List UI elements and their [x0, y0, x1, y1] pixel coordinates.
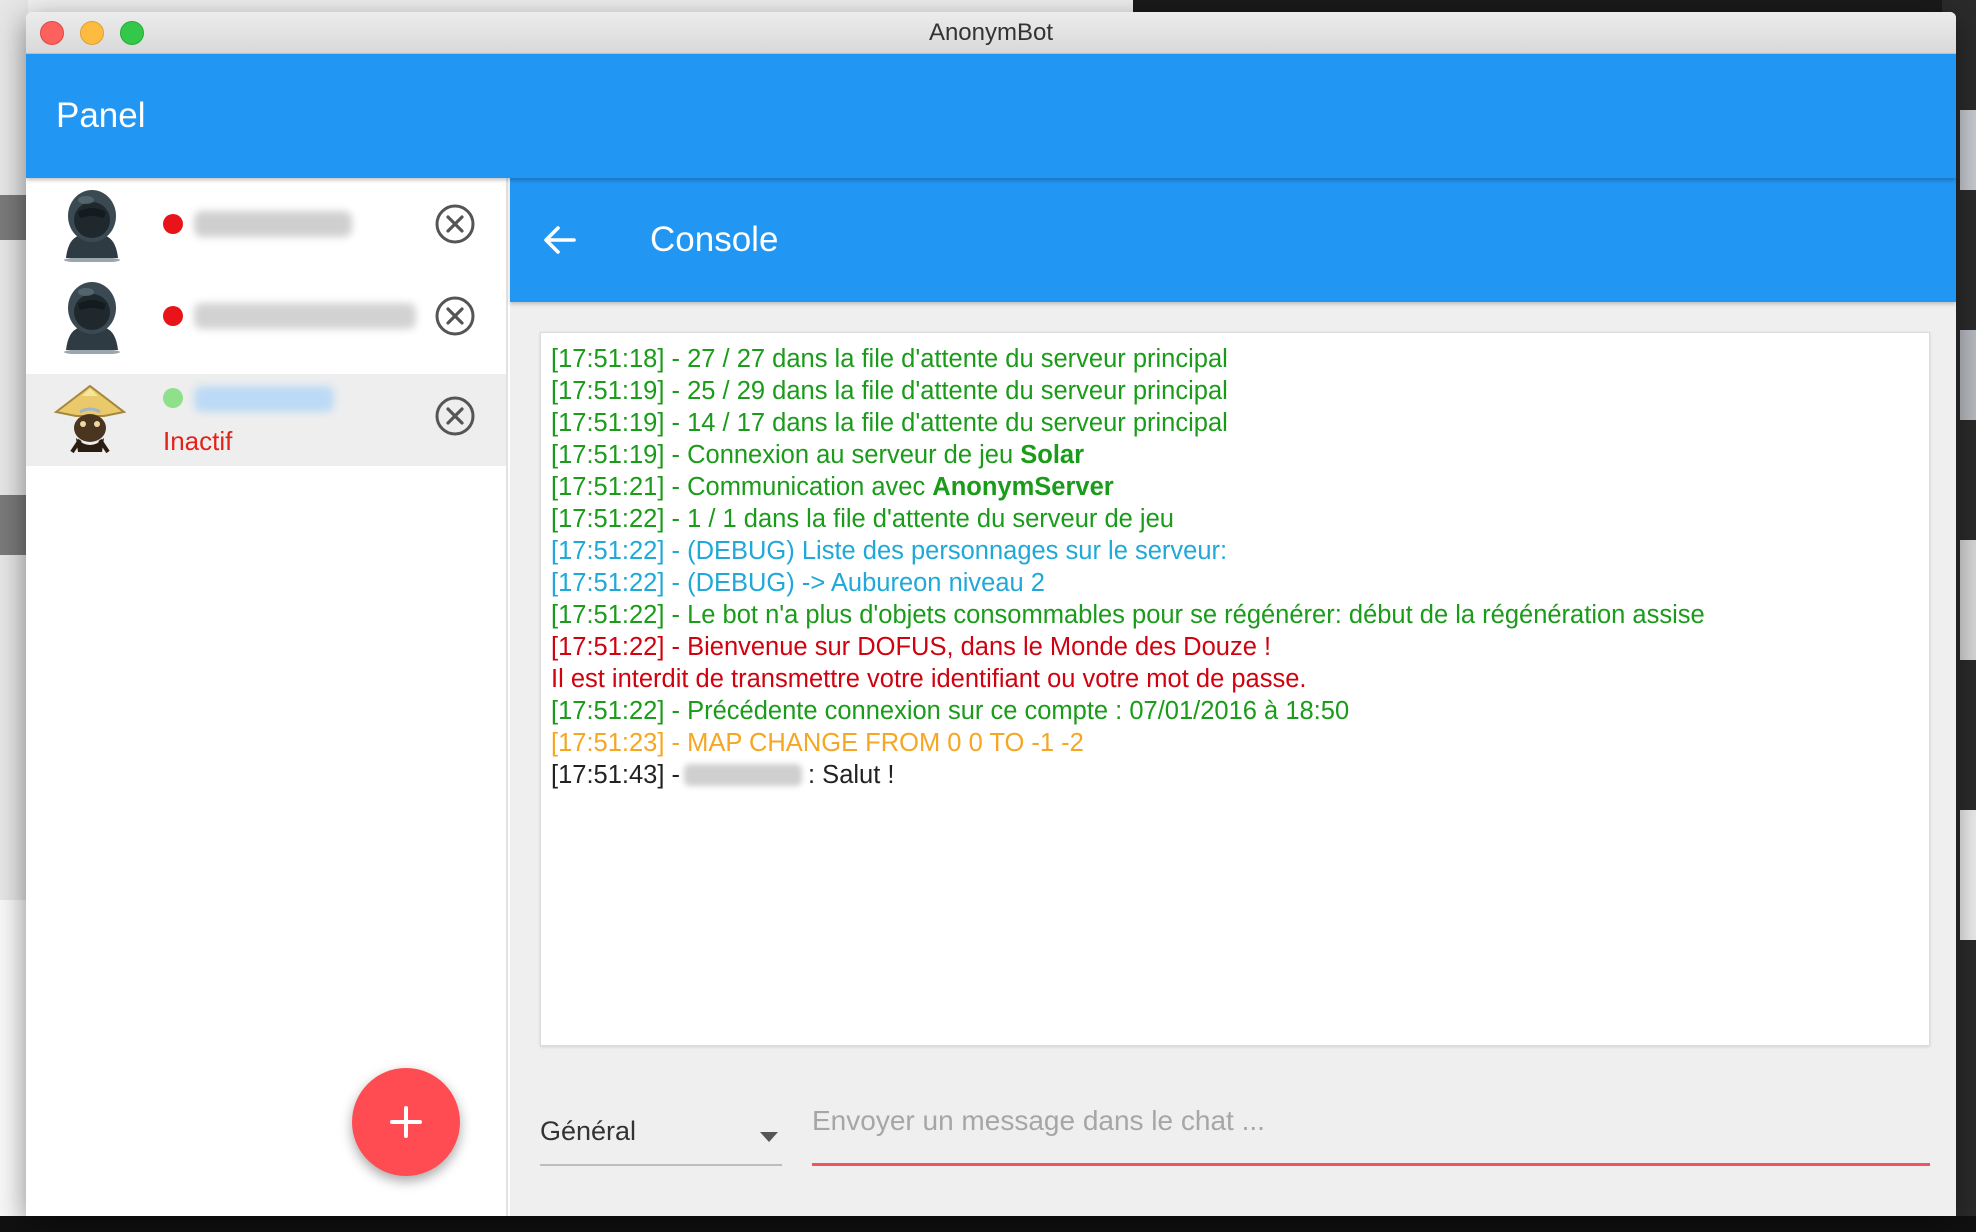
window-title: AnonymBot [928, 19, 1054, 46]
status-dot-offline [163, 306, 183, 326]
account-item[interactable] [26, 178, 506, 270]
console-log-line: [17:51:43] -: Salut ! [551, 761, 895, 789]
console-log[interactable]: [17:51:18] - 27 / 27 dans la file d'atte… [540, 332, 1930, 1046]
status-dot-offline [163, 214, 183, 234]
dark-mask-avatar-icon [64, 282, 120, 354]
console-log-line: [17:51:22] - (DEBUG) -> Aubureon niveau … [551, 569, 1045, 597]
console-log-line: [17:51:22] - (DEBUG) Liste des personnag… [551, 537, 1228, 565]
desktop-background-bottom [0, 1216, 1976, 1232]
channel-selected-value: Général [540, 1116, 637, 1146]
chevron-down-icon [760, 1132, 778, 1142]
console-header: Console [510, 178, 1956, 302]
console-log-line: [17:51:18] - 27 / 27 dans la file d'atte… [551, 345, 1228, 373]
app-window: AnonymBot Panel Inactif Console [17:51:1… [26, 12, 1956, 1216]
redacted-player-name [684, 764, 803, 786]
console-log-line: [17:51:23] - MAP CHANGE FROM 0 0 TO -1 -… [551, 729, 1084, 757]
character-avatar-icon [53, 384, 127, 454]
console-log-line: [17:51:19] - 25 / 29 dans la file d'atte… [551, 377, 1228, 405]
account-status-label: Inactif [163, 426, 233, 456]
console-log-line: [17:51:21] - Communication avec AnonymSe… [551, 473, 1114, 501]
remove-account-icon[interactable] [434, 395, 476, 437]
chat-message-input[interactable] [812, 1092, 1930, 1166]
account-sidebar: Inactif [26, 178, 508, 1216]
app-bar: Panel [26, 54, 1956, 178]
console-log-line: [17:51:19] - 14 / 17 dans la file d'atte… [551, 409, 1228, 437]
dark-mask-avatar-icon [64, 190, 120, 262]
console-log-line: [17:51:22] - Bienvenue sur DOFUS, dans l… [551, 633, 1272, 661]
desktop-background-left [0, 0, 28, 1232]
console-log-line: [17:51:19] - Connexion au serveur de jeu… [551, 441, 1085, 469]
console-log-line: [17:51:22] - Le bot n'a plus d'objets co… [551, 601, 1705, 629]
console-log-line: [17:51:22] - 1 / 1 dans la file d'attent… [551, 505, 1174, 533]
account-item-selected[interactable]: Inactif [26, 374, 506, 466]
console-log-line: [17:51:22] - Précédente connexion sur ce… [551, 697, 1350, 725]
account-name-redacted [194, 211, 352, 237]
console-title: Console [650, 220, 779, 259]
add-account-button[interactable] [352, 1068, 460, 1176]
account-name-redacted [194, 386, 334, 412]
channel-select[interactable]: Général [540, 1098, 782, 1166]
console-pane: Console [17:51:18] - 27 / 27 dans la fil… [510, 178, 1956, 1216]
app-bar-title: Panel [56, 96, 146, 135]
status-dot-online [163, 388, 183, 408]
plus-icon [390, 1106, 422, 1138]
console-log-line: Il est interdit de transmettre votre ide… [551, 665, 1307, 693]
arrow-left-icon[interactable] [542, 222, 578, 258]
window-titlebar[interactable]: AnonymBot [26, 12, 1956, 54]
account-item[interactable] [26, 270, 506, 362]
remove-account-icon[interactable] [434, 203, 476, 245]
account-name-redacted [194, 303, 416, 329]
remove-account-icon[interactable] [434, 295, 476, 337]
